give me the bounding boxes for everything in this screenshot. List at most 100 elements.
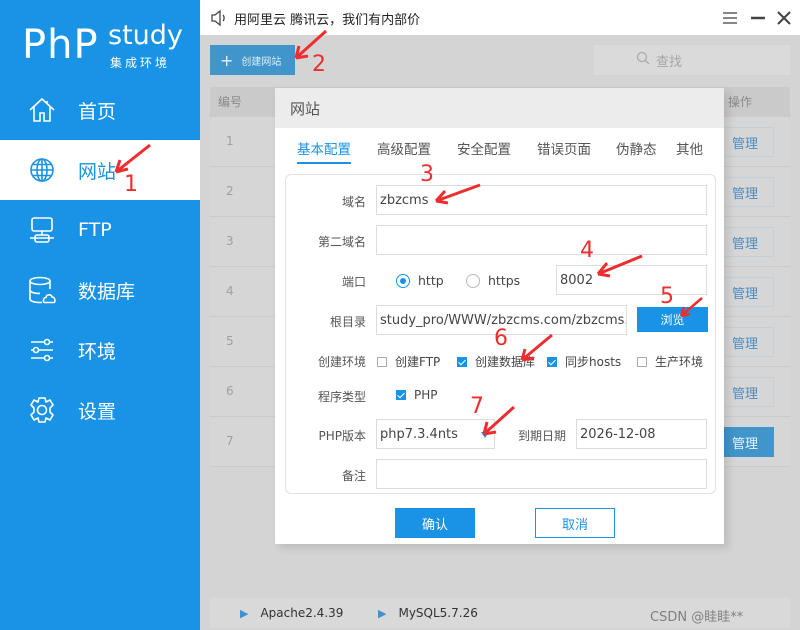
logo-php: PhP	[22, 22, 99, 68]
apache-service[interactable]: ▶ Apache2.4.39	[240, 606, 343, 620]
checkbox-production[interactable]: 生产环境	[637, 353, 703, 370]
header-action: 操作	[728, 95, 753, 109]
checkbox-indicator	[377, 356, 387, 367]
home-icon	[28, 96, 56, 124]
speaker-icon	[210, 9, 228, 27]
checkbox-label: PHP	[414, 388, 438, 402]
sidebar-item-label: 环境	[78, 340, 117, 363]
cancel-button[interactable]: 取消	[535, 508, 615, 538]
promo-notice[interactable]: 用阿里云 腾讯云，我们有内部价	[234, 9, 420, 28]
manage-button[interactable]: 管理	[716, 427, 774, 457]
remark-label: 备注	[341, 469, 366, 483]
search-placeholder: 查找	[656, 54, 683, 70]
minimize-icon[interactable]	[748, 8, 768, 28]
second-domain-input[interactable]	[376, 225, 707, 255]
tab-basic[interactable]: 基本配置	[297, 138, 351, 164]
expire-date-input[interactable]: 2026-12-08	[576, 419, 707, 449]
domain-label: 域名	[341, 195, 366, 209]
manage-button[interactable]: 管理	[716, 127, 774, 157]
sidebar-item-label: 设置	[78, 400, 117, 423]
mysql-service[interactable]: ▶ MySQL5.7.26	[378, 606, 478, 620]
tab-security[interactable]: 安全配置	[457, 138, 511, 162]
ftp-monitor-icon	[28, 216, 56, 244]
row-num: 2	[226, 184, 234, 198]
row-num: 1	[226, 134, 234, 148]
radio-http-indicator	[396, 273, 410, 288]
sidebar-item-database[interactable]: 数据库	[0, 260, 200, 320]
root-dir-input[interactable]: study_pro/WWW/zbzcms.com/zbzcms.com	[376, 305, 627, 335]
tab-other[interactable]: 其他	[676, 138, 703, 162]
sidebar-item-label: 数据库	[78, 280, 136, 303]
port-input[interactable]: 8002	[556, 265, 707, 295]
php-version-value: php7.3.4nts	[380, 426, 458, 442]
checkbox-label: 创建数据库	[475, 355, 536, 369]
sidebar-item-environment[interactable]: 环境	[0, 320, 200, 380]
logo-subtitle: 集成环境	[110, 56, 171, 70]
create-website-button[interactable]: + 创建网站	[210, 45, 295, 75]
menu-icon[interactable]	[720, 8, 740, 28]
gear-icon	[28, 396, 56, 424]
manage-button[interactable]: 管理	[716, 377, 774, 407]
mysql-label: MySQL5.7.26	[398, 606, 478, 620]
checkbox-create-database[interactable]: 创建数据库	[457, 353, 535, 370]
search-input[interactable]: 查找	[594, 45, 790, 75]
manage-button[interactable]: 管理	[716, 227, 774, 257]
sidebar-item-label: 首页	[78, 100, 117, 123]
sidebar: PhP study 集成环境 首页 网站 FTP 数据库 环境 设置	[0, 0, 200, 630]
env-label: 创建环境	[317, 355, 366, 369]
sidebar-item-home[interactable]: 首页	[0, 80, 200, 140]
confirm-button[interactable]: 确认	[395, 508, 475, 538]
header-num: 编号	[218, 95, 243, 109]
php-version-select[interactable]: php7.3.4nts	[376, 419, 495, 449]
remark-input[interactable]	[376, 459, 707, 489]
manage-button[interactable]: 管理	[716, 177, 774, 207]
database-icon	[28, 276, 56, 304]
checkbox-label: 创建FTP	[395, 355, 441, 369]
root-dir-label: 根目录	[329, 315, 366, 329]
plus-icon: +	[220, 50, 234, 70]
checkbox-sync-hosts[interactable]: 同步hosts	[547, 353, 621, 370]
checkbox-label: 生产环境	[655, 355, 704, 369]
row-num: 5	[226, 334, 234, 348]
row-num: 3	[226, 234, 234, 248]
status-bar: ▶ Apache2.4.39 ▶ MySQL5.7.26 CSDN @眭眭**	[210, 598, 790, 628]
tab-error-pages[interactable]: 错误页面	[537, 138, 591, 162]
tab-advanced[interactable]: 高级配置	[377, 138, 431, 162]
row-num: 6	[226, 384, 234, 398]
tab-rewrite[interactable]: 伪静态	[616, 138, 657, 162]
radio-https-indicator	[466, 273, 480, 288]
sidebar-item-ftp[interactable]: FTP	[0, 200, 200, 260]
checkbox-create-ftp[interactable]: 创建FTP	[377, 353, 440, 370]
checkbox-indicator	[396, 390, 406, 400]
second-domain-label: 第二域名	[317, 235, 366, 249]
domain-input[interactable]: zbzcms	[376, 185, 707, 215]
manage-button[interactable]: 管理	[716, 277, 774, 307]
play-icon: ▶	[378, 606, 387, 620]
sidebar-item-label: FTP	[78, 219, 112, 241]
checkbox-php[interactable]: PHP	[396, 388, 438, 402]
checkbox-indicator	[457, 356, 467, 367]
row-num: 7	[226, 434, 234, 448]
title-bar: 用阿里云 腾讯云，我们有内部价	[200, 0, 800, 35]
program-type-label: 程序类型	[317, 390, 366, 404]
close-icon[interactable]	[774, 8, 794, 28]
globe-icon	[28, 156, 56, 184]
sidebar-item-website[interactable]: 网站	[0, 140, 200, 200]
php-version-label: PHP版本	[318, 429, 367, 443]
expire-date-label: 到期日期	[517, 429, 566, 443]
watermark: CSDN @眭眭**	[650, 610, 744, 625]
row-num: 4	[226, 284, 234, 298]
checkbox-indicator	[637, 356, 647, 367]
radio-http-label: http	[418, 273, 444, 288]
browse-button[interactable]: 浏览	[637, 307, 708, 332]
radio-https[interactable]: https	[466, 273, 520, 288]
sidebar-item-settings[interactable]: 设置	[0, 380, 200, 440]
sidebar-item-label: 网站	[78, 160, 117, 183]
website-dialog: 网站 基本配置 高级配置 安全配置 错误页面 伪静态 其他 域名 zbzcms …	[275, 88, 724, 544]
port-label: 端口	[341, 275, 366, 289]
search-icon	[636, 51, 650, 69]
apache-label: Apache2.4.39	[260, 606, 344, 620]
basic-config-form: 域名 zbzcms 第二域名 端口 http https 8002 根目录 st…	[285, 174, 716, 494]
manage-button[interactable]: 管理	[716, 327, 774, 357]
radio-http[interactable]: http	[396, 273, 444, 288]
